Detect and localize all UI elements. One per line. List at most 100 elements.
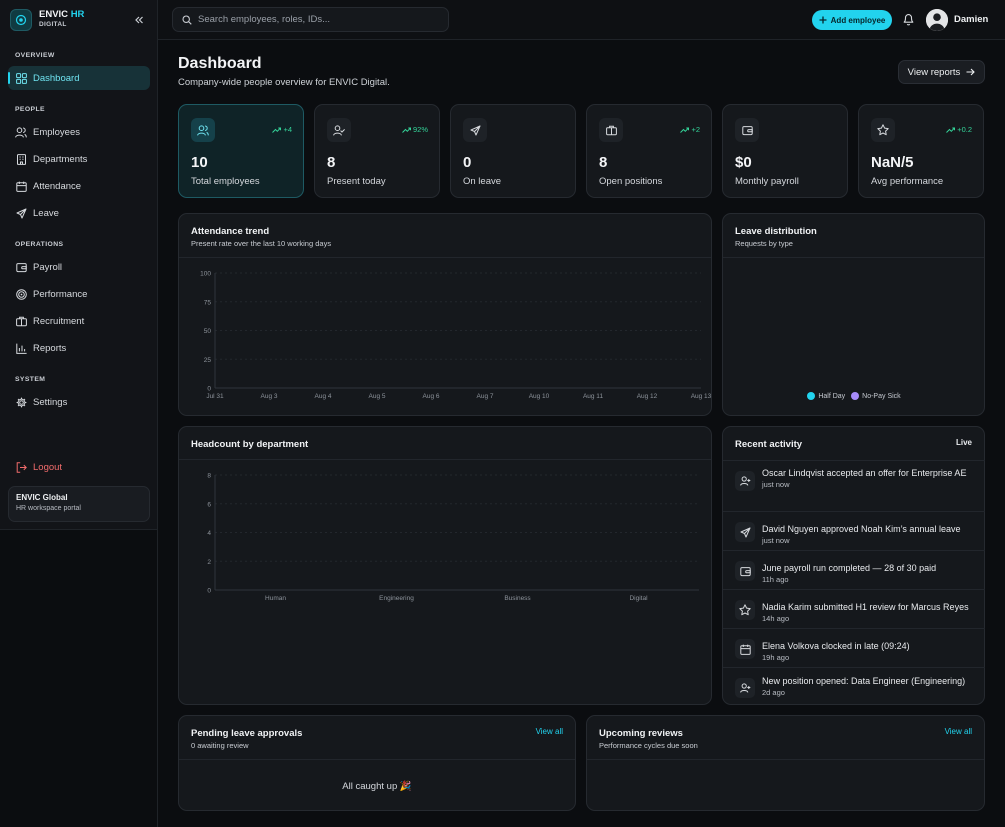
stat-card-avg-performance[interactable]: +0.2 NaN/5 Avg performance [858, 104, 984, 198]
pending-leave-title: Pending leave approvals [191, 728, 303, 739]
pending-leave-subtitle: 0 awaiting review [191, 741, 249, 750]
leave-distribution-panel: Leave distribution Requests by type Half… [722, 213, 985, 416]
sidebar-item-label: Settings [33, 396, 68, 408]
activity-text: Oscar Lindqvist accepted an offer for En… [762, 468, 967, 478]
sidebar: ENVIC HR DIGITAL OVERVIEW Dashboard PEOP… [0, 0, 158, 530]
stat-value: 8 [327, 154, 336, 171]
page-title: Dashboard [178, 55, 262, 72]
sidebar-item-departments[interactable]: Departments [8, 147, 150, 171]
legend-swatch [807, 392, 816, 400]
empty-state: All caught up 🎉 [342, 781, 412, 792]
stat-delta: +0.2 [946, 125, 972, 134]
x-tick-label: Aug 12 [637, 393, 658, 400]
plane-icon [735, 522, 755, 542]
activity-text: New position opened: Data Engineer (Engi… [762, 676, 966, 686]
activity-item[interactable]: Nadia Karim submitted H1 review for Marc… [723, 589, 985, 628]
stat-label: On leave [463, 176, 502, 187]
add-employee-button[interactable]: Add employee [812, 10, 892, 30]
legend-item-half-day[interactable]: Half Day [807, 392, 845, 400]
sidebar-item-attendance[interactable]: Attendance [8, 174, 150, 198]
user-name[interactable]: Damien [954, 14, 988, 25]
y-tick-label: 75 [204, 299, 212, 306]
y-tick-label: 25 [204, 357, 212, 364]
activity-time: 2d ago [762, 688, 785, 697]
star-icon [871, 118, 895, 142]
sidebar-item-reports[interactable]: Reports [8, 336, 150, 360]
stat-value: 0 [463, 154, 472, 171]
activity-item[interactable]: June payroll run completed — 28 of 30 pa… [723, 550, 985, 589]
activity-text: David Nguyen approved Noah Kim’s annual … [762, 524, 961, 534]
y-tick-label: 0 [207, 588, 211, 595]
avatar[interactable] [926, 9, 948, 31]
brand[interactable]: ENVIC HR DIGITAL [10, 8, 150, 32]
stat-delta: 92% [402, 125, 428, 134]
sidebar-item-recruitment[interactable]: Recruitment [8, 309, 150, 333]
y-tick-label: 50 [204, 328, 212, 335]
headcount-chart: 0 2 4 6 8 Human Engineering Business Digital [207, 473, 699, 602]
sidebar-item-employees[interactable]: Employees [8, 120, 150, 144]
stat-card-open-positions[interactable]: +2 8 Open positions [586, 104, 712, 198]
chevrons-left-icon [135, 16, 143, 24]
org-card[interactable]: ENVIC Global HR workspace portal [8, 486, 150, 522]
x-tick-label: Aug 3 [261, 393, 278, 400]
plus-icon [819, 16, 827, 24]
stat-label: Open positions [599, 176, 663, 187]
search-icon [182, 14, 192, 25]
x-tick-label: Jul 31 [206, 393, 224, 400]
trend-up-icon [680, 127, 690, 133]
sidebar-item-label: Performance [33, 288, 88, 300]
stat-label: Monthly payroll [735, 176, 799, 187]
view-reports-button[interactable]: View reports [898, 60, 985, 84]
stat-card-monthly-payroll[interactable]: $0 Monthly payroll [722, 104, 848, 198]
bar-chart-icon [15, 342, 27, 354]
user-plus-icon [735, 678, 755, 698]
user-plus-icon [735, 471, 755, 491]
attendance-chart: 0 25 50 75 100 Jul 31 Aug 3 Aug 4 Aug 5 Aug 6 Aug … [200, 271, 712, 401]
sidebar-item-label: Employees [33, 126, 80, 138]
leave-legend: Half Day No-Pay Sick [723, 392, 985, 400]
user-check-icon [327, 118, 351, 142]
search-input[interactable] [198, 14, 438, 25]
x-tick-label: Digital [629, 595, 648, 602]
x-tick-label: Human [265, 595, 286, 602]
legend-item-no-pay-sick[interactable]: No-Pay Sick [851, 392, 901, 400]
target-icon [15, 288, 27, 300]
sidebar-divider [157, 530, 158, 827]
sidebar-item-performance[interactable]: Performance [8, 282, 150, 306]
activity-text: June payroll run completed — 28 of 30 pa… [762, 563, 937, 573]
wallet-icon [15, 261, 27, 273]
activity-time: 14h ago [762, 614, 790, 623]
x-tick-label: Aug 5 [369, 393, 386, 400]
sidebar-item-settings[interactable]: Settings [8, 390, 150, 414]
activity-item[interactable]: Elena Volkova clocked in late (09:24) 19h… [723, 628, 985, 667]
bell-icon[interactable] [902, 12, 916, 26]
sidebar-item-label: Payroll [33, 261, 63, 273]
reviews-view-all-link[interactable]: View all [945, 727, 972, 736]
activity-time: 11h ago [762, 575, 789, 584]
stat-card-present-today[interactable]: 92% 8 Present today [314, 104, 440, 198]
activity-item[interactable]: Oscar Lindqvist accepted an offer for En… [723, 460, 985, 499]
x-tick-label: Aug 4 [315, 393, 332, 400]
sidebar-item-label: Attendance [33, 180, 82, 192]
sidebar-item-leave[interactable]: Leave [8, 201, 150, 225]
org-subtitle: HR workspace portal [16, 505, 81, 512]
stat-card-on-leave[interactable]: 0 On leave [450, 104, 576, 198]
x-tick-label: Aug 7 [477, 393, 494, 400]
sidebar-item-payroll[interactable]: Payroll [8, 255, 150, 279]
logout-button[interactable]: Logout [8, 455, 150, 479]
pending-leave-panel: Pending leave approvals 0 awaiting revie… [178, 715, 576, 811]
pending-view-all-link[interactable]: View all [536, 727, 563, 736]
section-system: SYSTEM [15, 376, 46, 383]
sidebar-item-label: Reports [33, 342, 67, 354]
wallet-icon [735, 561, 755, 581]
recent-activity-panel: Recent activity Live Oscar Lindqvist acc… [722, 426, 985, 705]
activity-item[interactable]: David Nguyen approved Noah Kim’s annual … [723, 511, 985, 550]
brand-name: ENVIC HR [39, 9, 85, 20]
stat-card-total-employees[interactable]: +4 10 Total employees [178, 104, 304, 198]
activity-item[interactable]: New position opened: Data Engineer (Engi… [723, 667, 985, 706]
x-tick-label: Business [504, 595, 531, 602]
arrow-right-icon [966, 68, 976, 76]
search-box[interactable] [172, 7, 449, 32]
collapse-sidebar-button[interactable] [132, 13, 146, 27]
sidebar-item-dashboard[interactable]: Dashboard [8, 66, 150, 90]
